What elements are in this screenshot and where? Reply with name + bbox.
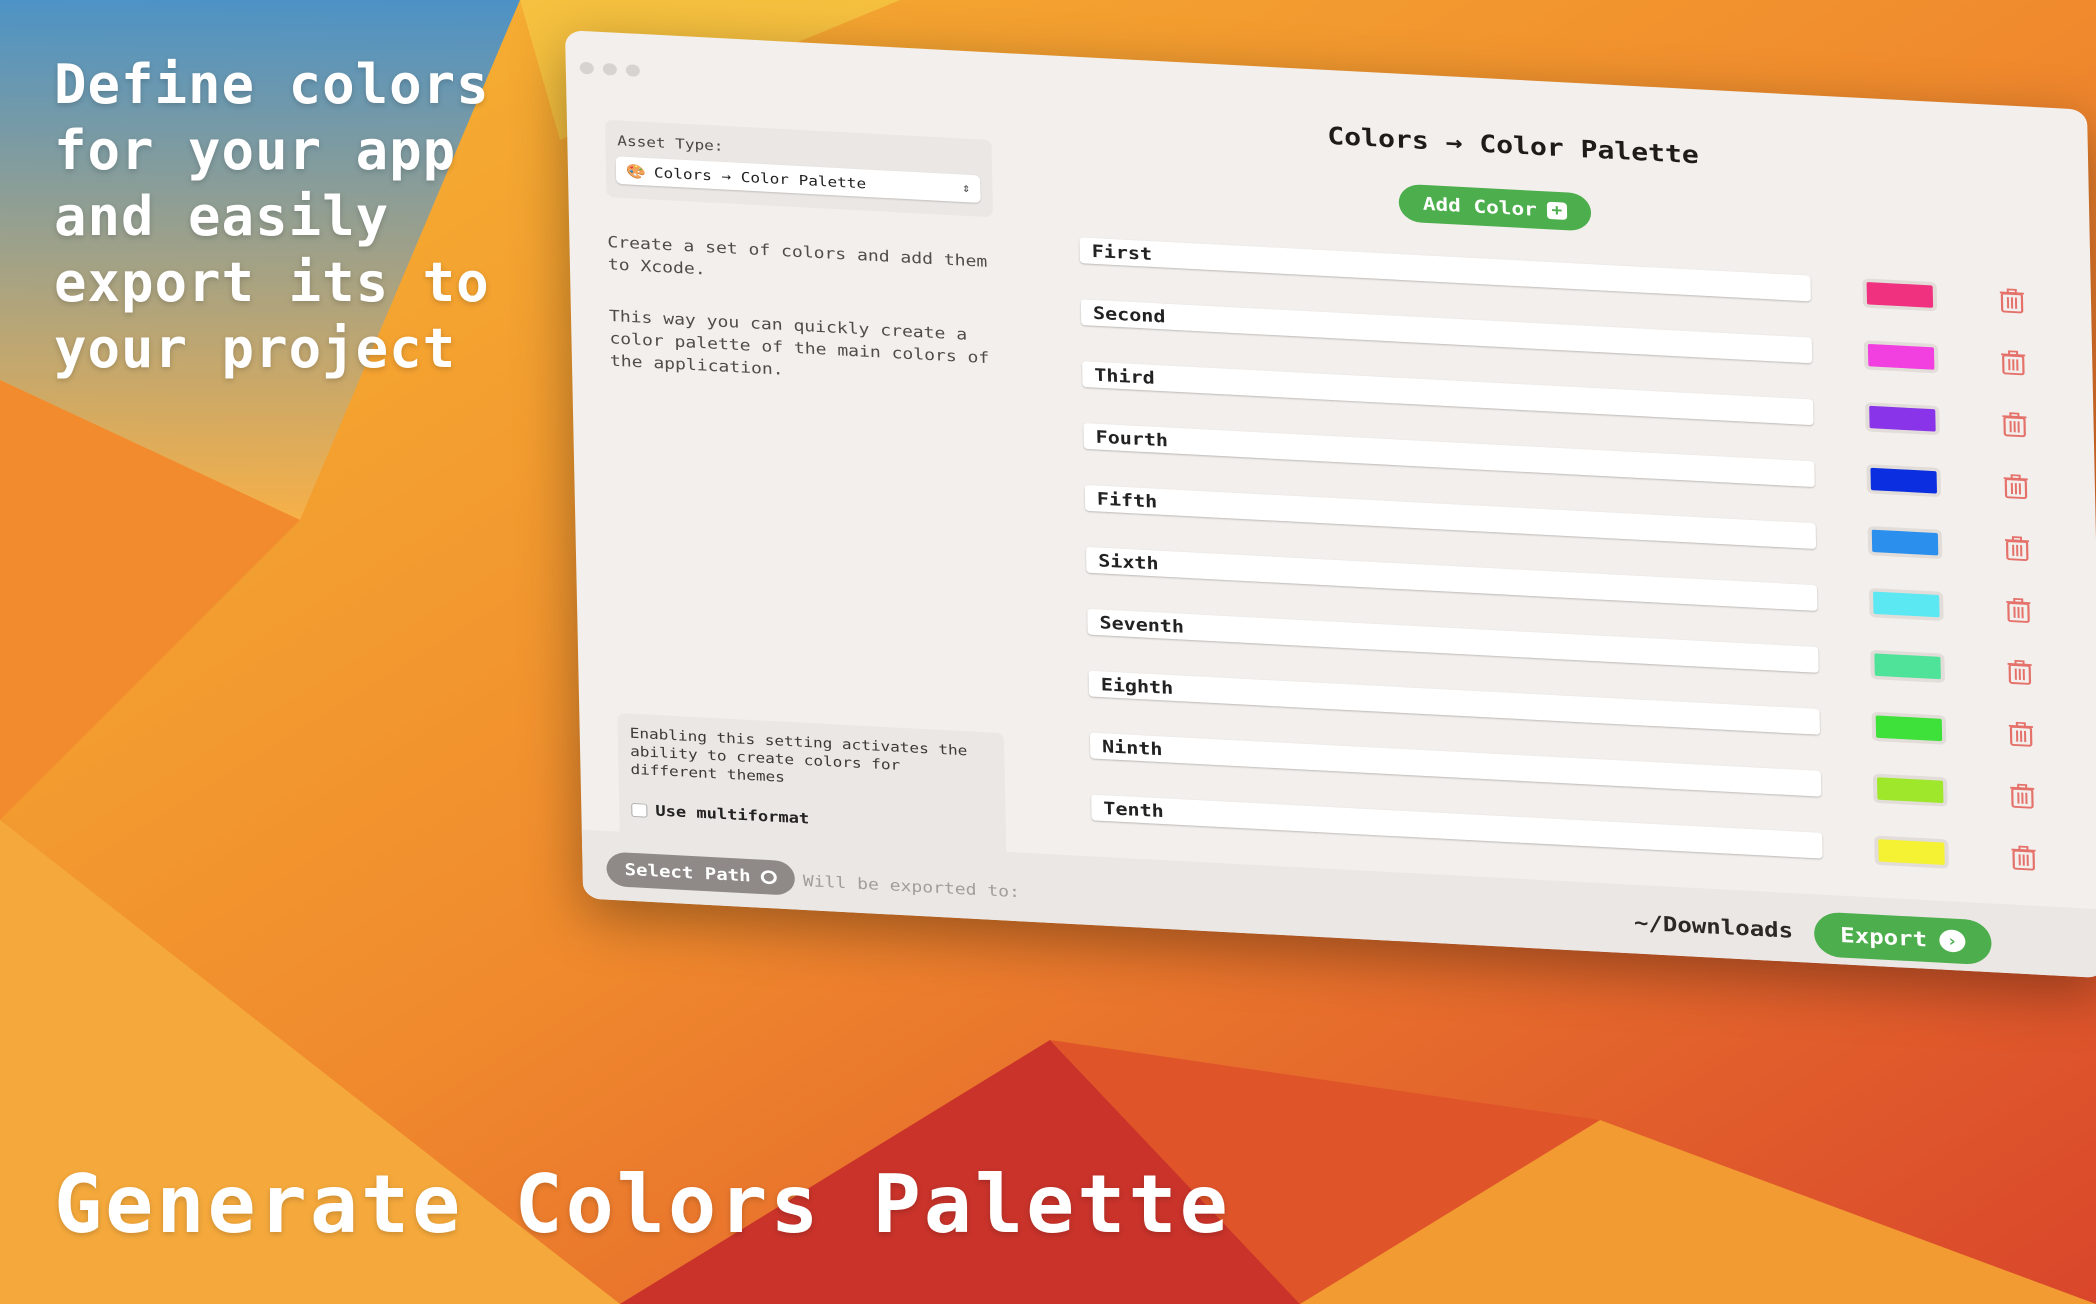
promo-footer-title: Generate Colors Palette <box>54 1158 1231 1251</box>
description-text-1: Create a set of colors and add them to X… <box>607 233 988 279</box>
multiformat-toggle[interactable]: Use multiformat <box>631 801 809 828</box>
color-swatch[interactable] <box>1872 773 1948 807</box>
add-color-label: Add Color <box>1422 193 1537 221</box>
trash-icon[interactable] <box>2005 597 2032 624</box>
trash-icon[interactable] <box>2008 721 2035 748</box>
color-swatch[interactable] <box>1863 340 1939 374</box>
page-title: Colors → Color Palette <box>1327 121 1700 170</box>
color-swatch[interactable] <box>1865 402 1940 436</box>
promo-headline: Define colors for your app and easily ex… <box>54 53 490 380</box>
asset-type-panel: Asset Type: 🎨 Colors → Color Palette ⇕ <box>604 119 994 218</box>
trash-icon[interactable] <box>2010 844 2037 871</box>
close-window-button[interactable] <box>579 61 594 75</box>
export-label: Export <box>1839 923 1928 952</box>
zoom-window-button[interactable] <box>625 64 640 77</box>
palette-icon: 🎨 <box>625 162 647 180</box>
add-color-button[interactable]: Add Color + <box>1398 183 1592 232</box>
color-swatch[interactable] <box>1862 278 1938 312</box>
window-controls <box>579 61 640 77</box>
chevron-updown-icon: ⇕ <box>961 181 971 196</box>
select-path-label: Select Path <box>624 860 751 886</box>
multiformat-checkbox[interactable] <box>631 803 648 818</box>
multiformat-help-text: Enabling this setting activates the abil… <box>629 724 968 786</box>
asset-type-select[interactable]: 🎨 Colors → Color Palette ⇕ <box>615 156 981 203</box>
color-swatch[interactable] <box>1871 711 1947 745</box>
app-window: Asset Type: 🎨 Colors → Color Palette ⇕ C… <box>565 30 2096 979</box>
color-swatch[interactable] <box>1870 649 1945 683</box>
trash-icon[interactable] <box>2004 535 2031 562</box>
description-text-2: This way you can quickly create a color … <box>608 307 990 379</box>
color-list: First Second Third Fourth Fifth Sixth Seventh E… <box>1079 237 2083 908</box>
asset-type-label: Asset Type: <box>617 132 724 155</box>
trash-icon[interactable] <box>2006 659 2033 686</box>
trash-icon[interactable] <box>2000 349 2027 376</box>
export-button[interactable]: Export › <box>1813 911 1992 966</box>
color-swatch[interactable] <box>1867 525 1943 560</box>
color-swatch[interactable] <box>1874 835 1949 869</box>
trash-icon[interactable] <box>2003 473 2030 500</box>
color-swatch[interactable] <box>1866 464 1942 498</box>
color-name-field[interactable]: First <box>1079 237 1811 302</box>
minimize-window-button[interactable] <box>602 62 617 76</box>
trash-icon[interactable] <box>2009 782 2036 809</box>
circle-icon <box>760 869 777 885</box>
asset-type-value: Colors → Color Palette <box>653 163 867 192</box>
multiformat-label: Use multiformat <box>655 802 810 828</box>
color-swatch[interactable] <box>1868 587 1944 622</box>
plus-icon: + <box>1546 201 1567 220</box>
arrow-right-icon: › <box>1938 929 1966 953</box>
trash-icon[interactable] <box>1999 287 2026 314</box>
trash-icon[interactable] <box>2001 411 2028 438</box>
